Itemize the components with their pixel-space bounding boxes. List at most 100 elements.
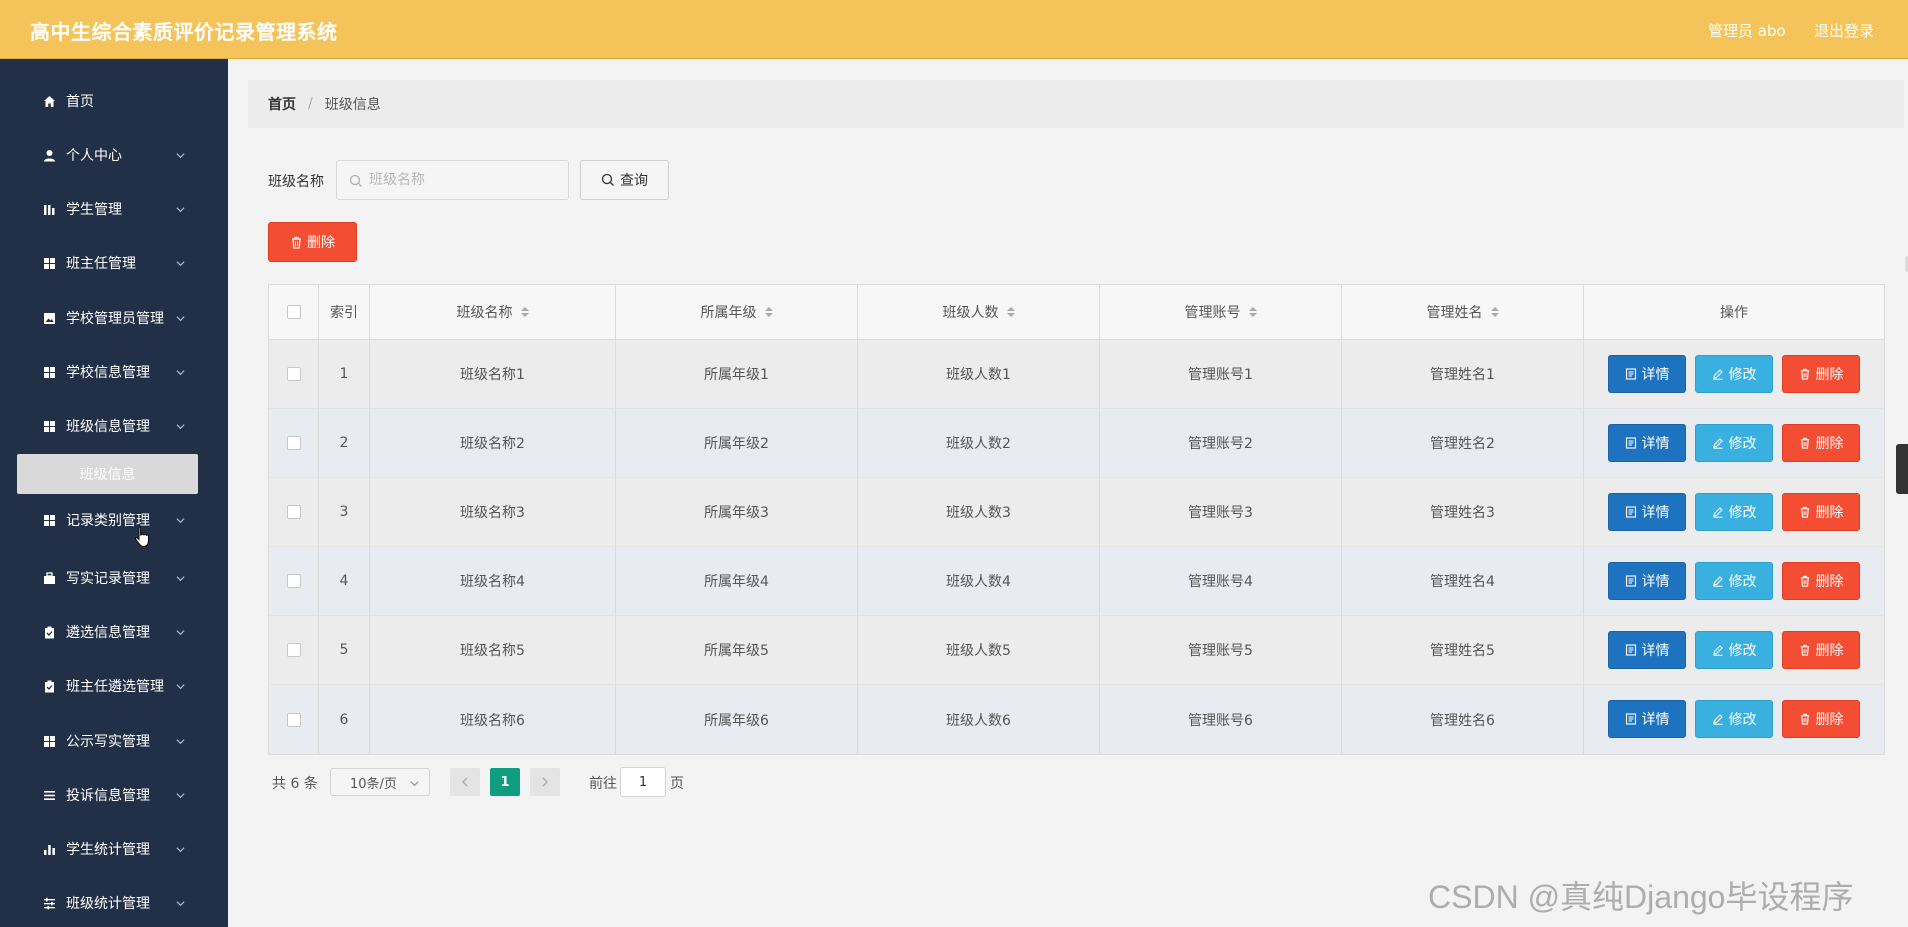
clipboard-icon bbox=[42, 679, 56, 693]
sidebar-item-head-teacher-selection[interactable]: 班主任遴选管理 bbox=[0, 666, 228, 706]
header-cell: 索引 bbox=[319, 285, 370, 339]
goto-page-input[interactable] bbox=[620, 767, 666, 797]
edit-button[interactable]: 修改 bbox=[1695, 700, 1773, 738]
row-checkbox[interactable] bbox=[286, 505, 301, 519]
next-page-button[interactable] bbox=[530, 768, 560, 796]
row-checkbox[interactable] bbox=[286, 643, 301, 657]
sidebar-item-students[interactable]: 学生管理 bbox=[0, 189, 228, 229]
header-cell[interactable]: 所属年级 bbox=[616, 285, 858, 339]
table-header: 索引 班级名称 所属年级 班级人数 管理账号 管理姓名 操作 bbox=[269, 285, 1884, 340]
cell-class-name: 班级名称1 bbox=[370, 340, 616, 408]
bulk-delete-button[interactable]: 删除 bbox=[268, 222, 357, 262]
delete-button[interactable]: 删除 bbox=[1782, 424, 1860, 462]
detail-button[interactable]: 详情 bbox=[1608, 355, 1686, 393]
header-actions: 操作 bbox=[1720, 305, 1748, 321]
edit-button[interactable]: 修改 bbox=[1695, 355, 1773, 393]
detail-button[interactable]: 详情 bbox=[1608, 493, 1686, 531]
row-checkbox[interactable] bbox=[286, 367, 301, 381]
sort-icon[interactable] bbox=[1490, 307, 1499, 317]
search-field[interactable] bbox=[336, 160, 569, 200]
cell-text: 所属年级3 bbox=[704, 505, 769, 521]
query-button[interactable]: 查询 bbox=[580, 160, 669, 200]
breadcrumb-current: 班级信息 bbox=[324, 97, 381, 113]
row-checkbox[interactable] bbox=[286, 712, 301, 727]
sort-icon[interactable] bbox=[1006, 307, 1015, 317]
edit-button[interactable]: 修改 bbox=[1695, 631, 1773, 669]
delete-button[interactable]: 删除 bbox=[1782, 493, 1860, 531]
top-header: 高中生综合素质评价记录管理系统 管理员 abo 退出登录 bbox=[0, 0, 1908, 59]
row-checkbox[interactable] bbox=[286, 436, 301, 450]
detail-button[interactable]: 详情 bbox=[1608, 424, 1686, 462]
sort-icon[interactable] bbox=[764, 307, 773, 317]
sort-icon[interactable] bbox=[1248, 307, 1257, 317]
row-checkbox[interactable] bbox=[286, 574, 301, 588]
delete-button[interactable]: 删除 bbox=[1782, 562, 1860, 600]
document-icon bbox=[1625, 506, 1636, 518]
sort-icon[interactable] bbox=[520, 307, 529, 317]
sidebar-item-public-records[interactable]: 公示写实管理 bbox=[0, 721, 228, 761]
sidebar-item-record-categories[interactable]: 记录类别管理 bbox=[0, 500, 228, 540]
grid-icon bbox=[42, 365, 56, 379]
cell-index: 6 bbox=[319, 685, 370, 754]
sidebar-item-personal-center[interactable]: 个人中心 bbox=[0, 135, 228, 175]
edit-label: 修改 bbox=[1728, 367, 1757, 383]
prev-page-button[interactable] bbox=[450, 768, 480, 796]
sidebar-item-label: 学生统计管理 bbox=[66, 842, 150, 858]
chevron-down-icon bbox=[176, 900, 185, 906]
page-suffix: 页 bbox=[670, 776, 684, 792]
sidebar-item-head-teachers[interactable]: 班主任管理 bbox=[0, 243, 228, 283]
page-size-select[interactable]: 10条/页 bbox=[330, 768, 430, 796]
detail-button[interactable]: 详情 bbox=[1608, 562, 1686, 600]
cell-account: 管理账号5 bbox=[1100, 616, 1342, 684]
sidebar-item-label: 学生管理 bbox=[66, 202, 122, 218]
header-cell[interactable]: 班级名称 bbox=[370, 285, 616, 339]
sidebar-item-home[interactable]: 首页 bbox=[0, 81, 228, 121]
delete-button[interactable]: 删除 bbox=[1782, 631, 1860, 669]
sidebar-item-class-stats[interactable]: 班级统计管理 bbox=[0, 883, 228, 923]
cell-manager-name: 管理姓名3 bbox=[1342, 478, 1584, 546]
sidebar-item-complaints[interactable]: 投诉信息管理 bbox=[0, 775, 228, 815]
sidebar-item-label: 学校管理员管理 bbox=[66, 311, 164, 327]
select-all-checkbox[interactable] bbox=[286, 305, 301, 319]
detail-label: 详情 bbox=[1641, 436, 1670, 452]
edit-label: 修改 bbox=[1728, 643, 1757, 659]
delete-button[interactable]: 删除 bbox=[1782, 700, 1860, 738]
trash-icon bbox=[1800, 437, 1809, 449]
side-collapse-tab[interactable] bbox=[1896, 444, 1908, 494]
sidebar-item-student-stats[interactable]: 学生统计管理 bbox=[0, 829, 228, 869]
header-cell[interactable]: 班级人数 bbox=[858, 285, 1100, 339]
header-cell[interactable]: 管理姓名 bbox=[1342, 285, 1584, 339]
trash-icon bbox=[1800, 506, 1809, 518]
sidebar-item-selection-info[interactable]: 遴选信息管理 bbox=[0, 612, 228, 652]
edit-button[interactable]: 修改 bbox=[1695, 424, 1773, 462]
header-grade: 所属年级 bbox=[700, 305, 757, 321]
sidebar-item-school-info[interactable]: 学校信息管理 bbox=[0, 352, 228, 392]
breadcrumb-home[interactable]: 首页 bbox=[268, 94, 296, 114]
edit-button[interactable]: 修改 bbox=[1695, 493, 1773, 531]
detail-label: 详情 bbox=[1641, 505, 1670, 521]
sidebar-subitem-class-info[interactable]: 班级信息 bbox=[17, 454, 198, 494]
sidebar-item-factual-records[interactable]: 写实记录管理 bbox=[0, 558, 228, 598]
sidebar-item-school-admins[interactable]: 学校管理员管理 bbox=[0, 298, 228, 338]
chevron-down-icon bbox=[176, 315, 185, 321]
table-row: 5 班级名称5 所属年级5 班级人数5 管理账号5 管理姓名5 详情 修改 删除 bbox=[269, 616, 1884, 685]
cell-class-name: 班级名称6 bbox=[370, 685, 616, 754]
detail-button[interactable]: 详情 bbox=[1608, 700, 1686, 738]
delete-button[interactable]: 删除 bbox=[1782, 355, 1860, 393]
edit-button[interactable]: 修改 bbox=[1695, 562, 1773, 600]
table-row: 4 班级名称4 所属年级4 班级人数4 管理账号4 管理姓名4 详情 修改 删除 bbox=[269, 547, 1884, 616]
sidebar-item-class-info[interactable]: 班级信息管理 bbox=[0, 406, 228, 446]
cell-grade: 所属年级3 bbox=[616, 478, 858, 546]
sidebar-item-label: 班主任遴选管理 bbox=[66, 679, 164, 695]
sidebar-item-label: 公示写实管理 bbox=[66, 734, 150, 750]
detail-button[interactable]: 详情 bbox=[1608, 631, 1686, 669]
detail-label: 详情 bbox=[1641, 643, 1670, 659]
page-number-current[interactable]: 1 bbox=[490, 768, 520, 796]
table-body: 1 班级名称1 所属年级1 班级人数1 管理账号1 管理姓名1 详情 修改 删除 2 班级名称2 所属… bbox=[269, 340, 1884, 754]
search-input[interactable] bbox=[369, 169, 559, 191]
header-cell[interactable]: 管理账号 bbox=[1100, 285, 1342, 339]
logout-link[interactable]: 退出登录 bbox=[1814, 20, 1874, 41]
cell-text: 3 bbox=[339, 504, 349, 520]
cell-text: 管理姓名1 bbox=[1430, 367, 1495, 383]
cell-text: 4 bbox=[339, 573, 349, 589]
